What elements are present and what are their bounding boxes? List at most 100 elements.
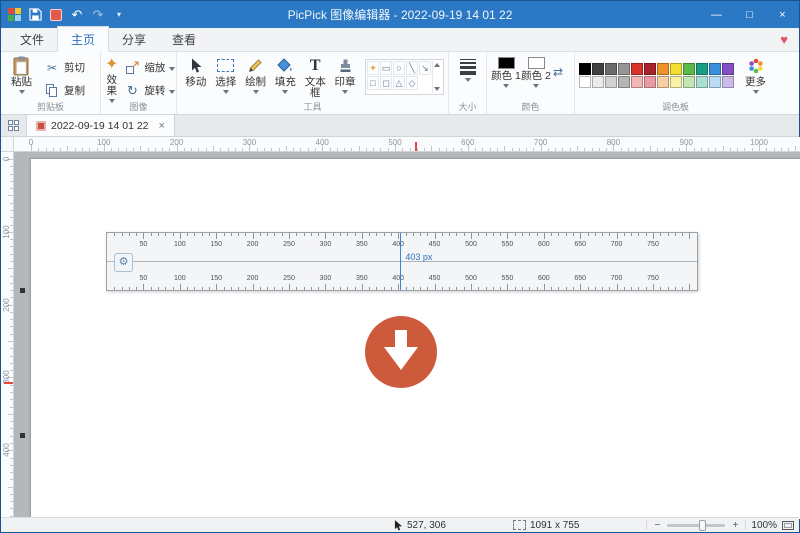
shape-button[interactable]: ▭: [380, 61, 392, 75]
more-colors-button[interactable]: 更多: [739, 55, 772, 103]
qat-dropdown-icon[interactable]: ▾: [112, 7, 126, 23]
fit-to-window-button[interactable]: [782, 521, 794, 530]
resize-button[interactable]: 缩放: [124, 59, 175, 76]
tab-view[interactable]: 查看: [159, 27, 209, 51]
palette-swatch[interactable]: [657, 76, 669, 88]
palette-swatch[interactable]: [709, 63, 721, 75]
ruler-tool-tick: [551, 287, 552, 290]
palette-swatch[interactable]: [670, 63, 682, 75]
palette-swatch[interactable]: [722, 63, 734, 75]
copy-button[interactable]: 复制: [44, 82, 85, 99]
ruler-tool-tick: [544, 284, 545, 290]
select-button[interactable]: 选择: [211, 55, 241, 103]
ruler-tool-tick: [551, 233, 552, 236]
shapes-scrollbar[interactable]: [432, 61, 442, 93]
scroll-down-icon[interactable]: [434, 87, 440, 91]
draw-button[interactable]: 绘制: [241, 55, 271, 103]
shape-button[interactable]: ↘: [419, 61, 431, 75]
shape-button[interactable]: ✦: [367, 61, 379, 75]
cut-button[interactable]: ✂ 剪切: [44, 59, 85, 76]
effects-button[interactable]: ✦ 效果: [105, 55, 118, 103]
palette-swatch[interactable]: [618, 63, 630, 75]
shape-button[interactable]: △: [393, 76, 405, 90]
color1-button[interactable]: 颜色 1: [491, 55, 521, 103]
ruler-tool-tick: [216, 284, 217, 290]
palette-swatch[interactable]: [592, 76, 604, 88]
palette-swatch[interactable]: [709, 76, 721, 88]
scroll-up-icon[interactable]: [434, 63, 440, 67]
palette-swatch[interactable]: [696, 63, 708, 75]
ruler-tool-tick: [456, 233, 457, 236]
shapes-row-1: ✦▭○╲↘: [367, 61, 431, 75]
move-button[interactable]: 移动: [181, 55, 211, 103]
palette-swatch[interactable]: [722, 76, 734, 88]
palette-swatch[interactable]: [631, 63, 643, 75]
rotate-button[interactable]: ↻ 旋转: [124, 82, 175, 99]
zoom-out-button[interactable]: −: [652, 520, 662, 531]
image-page[interactable]: 5010015020025030035040045050055060065070…: [31, 159, 800, 519]
minimize-button[interactable]: —: [700, 1, 733, 28]
ruler-tick: [67, 146, 68, 151]
ruler-tool-label: 100: [172, 241, 188, 248]
canvas-area[interactable]: 5010015020025030035040045050055060065070…: [14, 152, 800, 519]
canvas-handle[interactable]: [20, 288, 25, 293]
tab-file[interactable]: 文件: [7, 27, 57, 51]
line-size-button[interactable]: [453, 55, 482, 103]
ruler-tool-tick: [267, 287, 268, 290]
palette-swatch[interactable]: [605, 63, 617, 75]
close-button[interactable]: ×: [766, 1, 799, 28]
heart-icon[interactable]: ♥: [780, 32, 788, 47]
palette-swatch[interactable]: [683, 63, 695, 75]
ruler-tool-label: 50: [135, 275, 151, 282]
palette-swatch[interactable]: [592, 63, 604, 75]
ruler-tick: [621, 148, 622, 151]
textbox-button[interactable]: T 文本框: [300, 55, 330, 103]
shape-button[interactable]: ◻: [380, 76, 392, 90]
ruler-tool-tick: [631, 287, 632, 290]
palette-swatch[interactable]: [579, 76, 591, 88]
palette-swatch[interactable]: [605, 76, 617, 88]
canvas-handle[interactable]: [20, 433, 25, 438]
ruler-tool-label: 250: [281, 241, 297, 248]
palette-swatch[interactable]: [696, 76, 708, 88]
save-icon[interactable]: [28, 7, 42, 23]
palette-swatch[interactable]: [644, 63, 656, 75]
fill-button[interactable]: 填充: [270, 55, 300, 103]
maximize-button[interactable]: □: [733, 1, 766, 28]
undo-icon[interactable]: ↶: [70, 7, 84, 23]
effects-icon: ✦: [105, 55, 118, 74]
swap-colors-icon[interactable]: ⇄: [553, 65, 563, 79]
zoom-in-button[interactable]: +: [730, 520, 740, 531]
palette-swatch[interactable]: [631, 76, 643, 88]
ruler-tick: [599, 148, 600, 151]
palette-swatch[interactable]: [618, 76, 630, 88]
redo-icon[interactable]: ↷: [91, 7, 105, 23]
shape-button[interactable]: ╲: [406, 61, 418, 75]
stamp-button[interactable]: 印章: [330, 55, 360, 103]
palette-swatch[interactable]: [657, 63, 669, 75]
app-icon[interactable]: [8, 8, 21, 21]
ruler-tool-tick: [194, 233, 195, 236]
cursor-position-marker: [4, 382, 13, 384]
zoom-slider-thumb[interactable]: [699, 520, 706, 531]
ruler-tool-label: 450: [427, 275, 443, 282]
tab-home[interactable]: 主页: [57, 26, 109, 52]
palette-swatch[interactable]: [579, 63, 591, 75]
palette-swatch[interactable]: [683, 76, 695, 88]
color2-button[interactable]: 颜色 2: [521, 55, 551, 103]
palette-swatch[interactable]: [670, 76, 682, 88]
document-tab[interactable]: 2022-09-19 14 01 22 ×: [27, 115, 175, 136]
shape-button[interactable]: □: [367, 76, 379, 90]
tab-share[interactable]: 分享: [109, 27, 159, 51]
ruler-tool-tick: [151, 287, 152, 290]
zoom-slider[interactable]: [667, 524, 725, 527]
divider: [646, 520, 647, 530]
palette-swatch[interactable]: [644, 76, 656, 88]
ruler-tool-tick: [427, 233, 428, 236]
new-image-icon[interactable]: [49, 7, 63, 23]
tab-close-icon[interactable]: ×: [159, 120, 165, 132]
thumbnail-view-button[interactable]: [1, 115, 27, 136]
paste-button[interactable]: 粘贴: [5, 55, 38, 103]
shape-button[interactable]: ○: [393, 61, 405, 75]
shape-button[interactable]: ◇: [406, 76, 418, 90]
